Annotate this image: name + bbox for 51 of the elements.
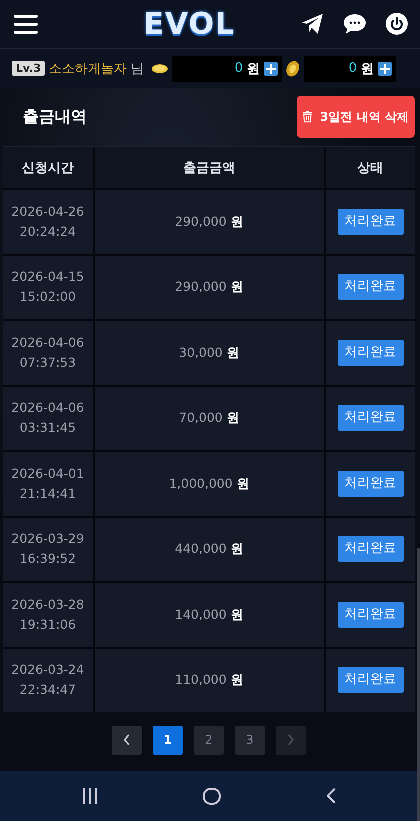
honorific-text: 님 [131, 60, 144, 78]
amount-cell: 440,000 원 [95, 518, 324, 581]
coin-icon [152, 64, 168, 74]
previous-page-button[interactable] [112, 726, 142, 754]
menu-icon[interactable] [14, 12, 38, 36]
username: 소소하게놀자 [49, 60, 128, 78]
amount-cell: 30,000 원 [95, 321, 324, 384]
chevron-icon [287, 734, 295, 746]
status-badge: 처리완료 [338, 536, 404, 562]
level-badge: Lv.3 [12, 61, 46, 76]
chevron-icon [123, 734, 131, 746]
date-cell: 2026-04-26 20:24:24 [3, 190, 93, 254]
column-header: 출금금액 [95, 147, 324, 188]
column-header: 신청시간 [3, 147, 93, 188]
column-header: 상태 [326, 147, 415, 188]
date-cell: 2026-04-06 03:31:45 [3, 386, 93, 450]
status-badge: 처리완료 [338, 602, 404, 628]
date-cell: 2026-03-29 16:39:52 [3, 518, 93, 581]
amount-cell: 140,000 원 [95, 583, 324, 646]
power-icon[interactable] [386, 13, 408, 35]
status-badge: 처리완료 [338, 470, 404, 497]
status-badge: 처리완료 [338, 667, 404, 694]
chat-bubble-icon[interactable] [344, 14, 366, 34]
date-cell: 2026-03-24 22:34:47 [3, 648, 93, 712]
delete-history-button[interactable]: 3일전 내역 삭제 [297, 96, 415, 138]
amount-cell: 1,000,000 원 [95, 452, 324, 516]
page-button[interactable]: 1 [153, 726, 183, 754]
status-badge: 처리완료 [338, 340, 404, 366]
date-cell: 2026-04-01 21:14:41 [3, 452, 93, 516]
back-icon[interactable] [327, 788, 337, 804]
section-title: 출금내역 [23, 106, 87, 128]
plus-icon[interactable] [266, 64, 276, 74]
date-cell: 2026-03-28 19:31:06 [3, 583, 93, 646]
plus-icon[interactable] [380, 64, 390, 74]
balance-field: 0 원 [304, 56, 396, 82]
status-badge: 처리완료 [338, 274, 404, 300]
amount-cell: 290,000 원 [95, 190, 324, 254]
date-cell: 2026-04-06 07:37:53 [3, 321, 93, 384]
recent-apps-icon[interactable] [83, 788, 97, 804]
page-button[interactable]: 3 [235, 726, 265, 754]
amount-cell: 290,000 원 [95, 256, 324, 319]
amount-cell: 110,000 원 [95, 648, 324, 712]
balance-field: 0 원 [172, 56, 282, 82]
chip-icon [286, 60, 300, 78]
amount-cell: 70,000 원 [95, 386, 324, 450]
home-icon[interactable] [203, 788, 221, 804]
paper-plane-icon[interactable] [301, 13, 324, 35]
status-badge: 처리완료 [338, 405, 404, 432]
page-button[interactable]: 2 [194, 726, 224, 754]
date-cell: 2026-04-15 15:02:00 [3, 256, 93, 319]
status-badge: 처리완료 [338, 208, 404, 235]
